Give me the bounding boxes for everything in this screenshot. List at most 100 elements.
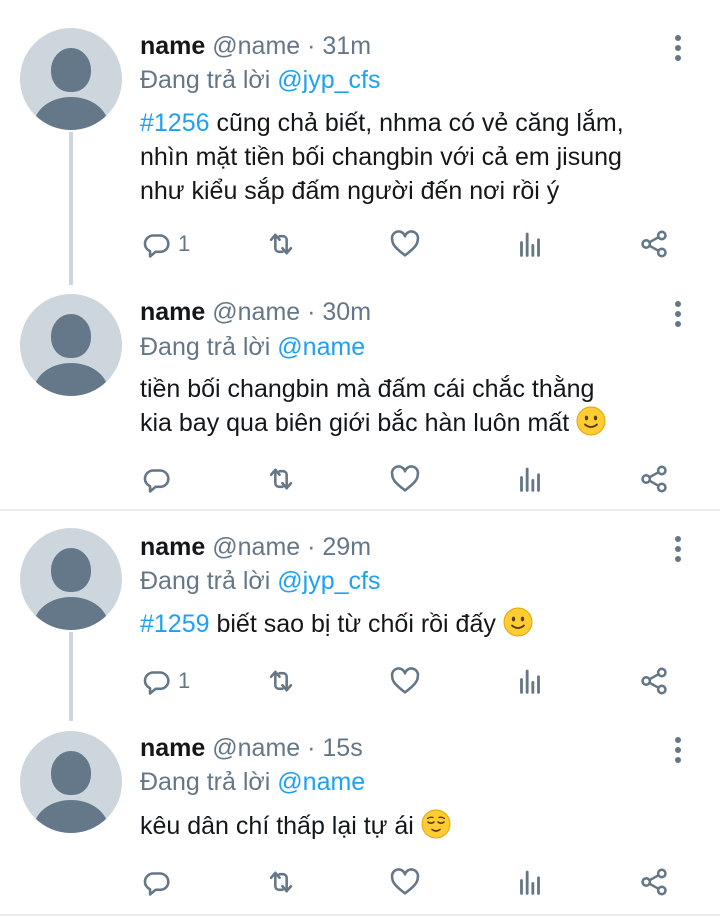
text-line: kia bay qua biên giới bắc hàn luôn mất xyxy=(140,409,570,437)
avatar[interactable] xyxy=(20,528,122,630)
action-bar: 1 xyxy=(140,226,700,262)
analytics-button[interactable] xyxy=(513,864,547,900)
action-bar: 1 xyxy=(140,663,700,699)
bottom-divider xyxy=(0,914,720,916)
share-button[interactable] xyxy=(637,461,671,497)
analytics-button[interactable] xyxy=(513,226,547,262)
replying-to: Đang trả lời @jyp_cfs xyxy=(140,65,380,95)
text-line: như kiểu sắp đấm người đến nơi rồi ý xyxy=(140,177,560,205)
tweet-header: name @name · 31m xyxy=(140,31,371,61)
reply-button[interactable] xyxy=(140,461,174,497)
tweet[interactable]: name @name · 31m Đang trả lời @jyp_cfs #… xyxy=(0,0,720,285)
analytics-button[interactable] xyxy=(513,663,547,699)
like-button[interactable] xyxy=(388,864,422,900)
text-line: biết sao bị từ chối rồi đấy xyxy=(209,610,496,638)
retweet-icon xyxy=(264,865,298,899)
text-line: nhìn mặt tiền bối changbin với cả em jis… xyxy=(140,143,622,171)
more-icon[interactable] xyxy=(668,734,688,768)
more-icon[interactable] xyxy=(668,533,688,567)
share-icon xyxy=(637,664,671,698)
like-button[interactable] xyxy=(388,226,422,262)
like-button[interactable] xyxy=(388,461,422,497)
tweet-header: name @name · 15s xyxy=(140,733,363,763)
retweet-button[interactable] xyxy=(264,226,298,262)
reply-button[interactable]: 1 xyxy=(140,226,190,262)
replying-prefix: Đang trả lời xyxy=(140,333,278,361)
share-icon xyxy=(637,462,671,496)
action-bar xyxy=(140,864,700,900)
reply-button[interactable]: 1 xyxy=(140,663,190,699)
relieved-face-emoji xyxy=(421,809,451,839)
reply-count: 1 xyxy=(178,231,191,256)
replying-prefix: Đang trả lời xyxy=(140,66,278,94)
avatar[interactable] xyxy=(20,294,122,396)
retweet-icon xyxy=(264,462,298,496)
thread-line xyxy=(69,132,73,285)
tweet[interactable]: name @name · 15s Đang trả lời @name kêu … xyxy=(0,721,720,917)
replying-handle-link[interactable]: @jyp_cfs xyxy=(277,66,380,94)
analytics-icon xyxy=(513,227,547,261)
replying-to: Đang trả lời @jyp_cfs xyxy=(140,566,380,596)
replying-handle-link[interactable]: @name xyxy=(277,333,365,361)
like-icon xyxy=(388,462,422,496)
tweet-header: name @name · 29m xyxy=(140,532,371,562)
tweet-text: tiền bối changbin mà đấm cái chắc thằng … xyxy=(140,372,700,440)
slightly-smiling-face-emoji xyxy=(503,607,533,637)
share-button[interactable] xyxy=(637,226,671,262)
tweet-text: #1259 biết sao bị từ chối rồi đấy xyxy=(140,607,700,641)
retweet-icon xyxy=(264,664,298,698)
avatar[interactable] xyxy=(20,28,122,130)
slightly-smiling-face-emoji xyxy=(576,406,606,436)
text-line: tiền bối changbin mà đấm cái chắc thằng xyxy=(140,375,595,403)
display-name[interactable]: name xyxy=(140,32,205,60)
avatar[interactable] xyxy=(20,731,122,833)
share-button[interactable] xyxy=(637,864,671,900)
retweet-button[interactable] xyxy=(264,663,298,699)
text-line: kêu dân chí thấp lại tự ái xyxy=(140,812,414,840)
share-icon xyxy=(637,865,671,899)
display-name[interactable]: name xyxy=(140,734,205,762)
thread-line xyxy=(69,632,73,721)
share-button[interactable] xyxy=(637,663,671,699)
text-line: cũng chả biết, nhma có vẻ căng lắm, xyxy=(209,109,624,137)
reply-button[interactable] xyxy=(140,864,174,900)
handle-and-time: @name · 15s xyxy=(212,734,363,762)
hashtag-link[interactable]: #1259 xyxy=(140,610,210,638)
retweet-icon xyxy=(264,227,298,261)
reply-icon xyxy=(140,865,174,899)
tweet-text: #1256 cũng chả biết, nhma có vẻ căng lắm… xyxy=(140,106,700,208)
more-icon[interactable] xyxy=(668,32,688,66)
like-icon xyxy=(388,865,422,899)
like-icon xyxy=(388,227,422,261)
display-name[interactable]: name xyxy=(140,533,205,561)
like-icon xyxy=(388,664,422,698)
retweet-button[interactable] xyxy=(264,864,298,900)
reply-icon xyxy=(140,664,174,698)
tweet[interactable]: name @name · 29m Đang trả lời @jyp_cfs #… xyxy=(0,511,720,721)
tweet[interactable]: name @name · 30m Đang trả lời @name tiền… xyxy=(0,285,720,509)
display-name[interactable]: name xyxy=(140,298,205,326)
more-icon[interactable] xyxy=(668,298,688,332)
share-icon xyxy=(637,227,671,261)
analytics-icon xyxy=(513,462,547,496)
replying-prefix: Đang trả lời xyxy=(140,768,278,796)
handle-and-time: @name · 30m xyxy=(212,298,372,326)
replying-handle-link[interactable]: @name xyxy=(277,768,365,796)
handle-and-time: @name · 31m xyxy=(212,32,372,60)
tweet-text: kêu dân chí thấp lại tự ái xyxy=(140,809,700,843)
replying-to: Đang trả lời @name xyxy=(140,767,365,797)
like-button[interactable] xyxy=(388,663,422,699)
tweet-header: name @name · 30m xyxy=(140,297,371,327)
action-bar xyxy=(140,461,700,497)
replying-to: Đang trả lời @name xyxy=(140,332,365,362)
reply-count: 1 xyxy=(178,668,191,693)
replying-handle-link[interactable]: @jyp_cfs xyxy=(277,567,380,595)
analytics-button[interactable] xyxy=(513,461,547,497)
handle-and-time: @name · 29m xyxy=(212,533,372,561)
analytics-icon xyxy=(513,865,547,899)
replying-prefix: Đang trả lời xyxy=(140,567,278,595)
hashtag-link[interactable]: #1256 xyxy=(140,109,210,137)
analytics-icon xyxy=(513,664,547,698)
retweet-button[interactable] xyxy=(264,461,298,497)
reply-icon xyxy=(140,227,174,261)
